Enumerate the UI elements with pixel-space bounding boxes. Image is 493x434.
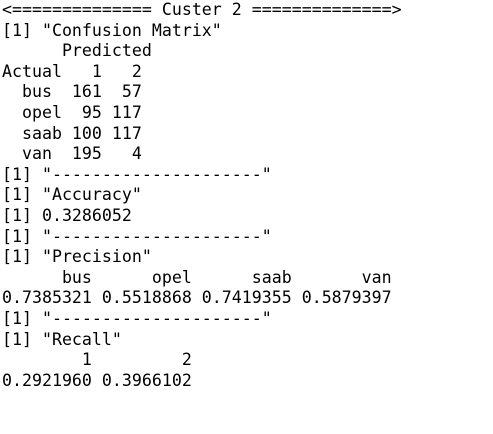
separator-line: [1] "---------------------": [2, 164, 272, 184]
actual-header-line: Actual 1 2: [2, 61, 142, 81]
recall-header-line: 1 2: [2, 350, 192, 370]
matrix-row-bus: bus 161 57: [2, 82, 142, 102]
precision-title-line: [1] "Precision": [2, 247, 152, 267]
accuracy-title-line: [1] "Accuracy": [2, 185, 142, 205]
matrix-row-saab: saab 100 117: [2, 123, 142, 143]
accuracy-value-line: [1] 0.3286052: [2, 205, 132, 225]
cluster-header-line: <============== Custer 2 ==============>: [2, 0, 402, 19]
recall-values-line: 0.2921960 0.3966102: [2, 370, 192, 390]
precision-header-line: bus opel saab van: [2, 267, 392, 287]
separator-line: [1] "---------------------": [2, 308, 272, 328]
r-console-output: <============== Custer 2 ==============>…: [0, 0, 493, 434]
precision-values-line: 0.7385321 0.5518868 0.7419355 0.5879397: [2, 288, 392, 308]
matrix-row-opel: opel 95 117: [2, 102, 142, 122]
separator-line: [1] "---------------------": [2, 226, 272, 246]
matrix-row-van: van 195 4: [2, 144, 142, 164]
confusion-matrix-title-line: [1] "Confusion Matrix": [2, 20, 222, 40]
predicted-header-line: Predicted: [2, 41, 152, 61]
recall-title-line: [1] "Recall": [2, 329, 122, 349]
